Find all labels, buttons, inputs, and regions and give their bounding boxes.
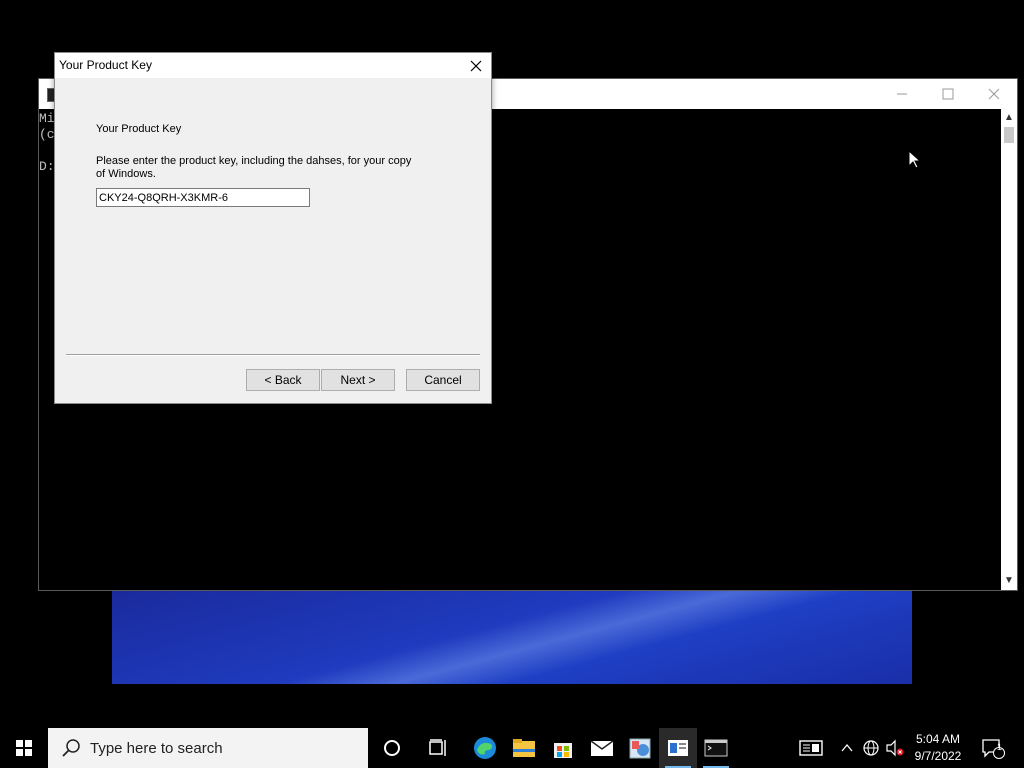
file-explorer-icon [513, 739, 535, 757]
show-hidden-icons-button[interactable] [838, 728, 856, 768]
dialog-close-button[interactable] [461, 53, 491, 78]
notification-count: 1 [997, 742, 1003, 752]
mail-icon [590, 740, 614, 756]
close-icon [470, 60, 482, 71]
product-key-input[interactable] [96, 188, 310, 207]
dialog-title: Your Product Key [59, 58, 152, 72]
clock-date: 9/7/2022 [914, 749, 962, 763]
search-placeholder: Type here to search [90, 739, 223, 757]
app-icon [629, 738, 651, 759]
cortana-button[interactable] [373, 728, 411, 768]
maximize-button[interactable] [925, 79, 971, 109]
dialog-separator [66, 354, 480, 356]
scroll-up-icon[interactable]: ▲ [1001, 111, 1017, 125]
product-key-dialog: Your Product Key Your Product Key Please… [54, 52, 492, 404]
minimize-button[interactable] [879, 79, 925, 109]
news-widget-button[interactable] [796, 728, 826, 768]
dialog-titlebar[interactable]: Your Product Key [55, 53, 491, 78]
network-button[interactable] [860, 728, 882, 768]
taskbar-search-box[interactable]: Type here to search [48, 728, 368, 768]
terminal-button[interactable] [697, 728, 735, 768]
edge-button[interactable] [466, 728, 504, 768]
active-app-button[interactable] [659, 728, 697, 768]
next-button[interactable]: Next > [321, 369, 395, 391]
console-close-button[interactable] [971, 79, 1017, 109]
close-icon [988, 88, 1000, 100]
maximize-icon [942, 88, 954, 100]
app-button[interactable] [621, 728, 659, 768]
terminal-icon [704, 739, 728, 757]
scroll-down-icon[interactable]: ▼ [1001, 574, 1017, 588]
back-button[interactable]: < Back [246, 369, 320, 391]
volume-button[interactable] [884, 728, 906, 768]
edge-icon [474, 737, 496, 759]
search-icon [62, 739, 80, 757]
notification-center-button[interactable]: 1 [978, 728, 1008, 768]
task-view-button[interactable] [420, 728, 458, 768]
clock-time: 5:04 AM [915, 732, 961, 746]
desktop-wallpaper [112, 589, 912, 684]
windows-start-icon [16, 740, 32, 756]
store-icon [554, 743, 572, 758]
globe-network-icon [863, 740, 879, 756]
start-button[interactable] [0, 728, 48, 768]
news-icon [799, 740, 823, 756]
console-scrollbar[interactable]: ▲ ▼ [1001, 109, 1017, 590]
mouse-cursor-icon [908, 149, 922, 175]
taskbar: Type here to search 5:04 AM 9/7/2022 1 [0, 728, 1024, 768]
dialog-description: Please enter the product key, including … [96, 155, 412, 180]
mail-button[interactable] [583, 728, 621, 768]
dialog-heading: Your Product Key [96, 123, 182, 135]
file-explorer-button[interactable] [505, 728, 543, 768]
volume-muted-icon [886, 739, 904, 757]
notification-icon [982, 739, 1005, 759]
store-button[interactable] [544, 728, 582, 768]
task-view-icon [429, 739, 446, 756]
scroll-thumb[interactable] [1004, 127, 1014, 143]
taskbar-clock[interactable]: 5:04 AM 9/7/2022 [908, 731, 968, 765]
cancel-button[interactable]: Cancel [406, 369, 480, 391]
active-app-icon [668, 740, 688, 756]
cortana-circle-icon [384, 740, 400, 756]
minimize-icon [897, 93, 907, 95]
chevron-up-icon [841, 743, 853, 752]
